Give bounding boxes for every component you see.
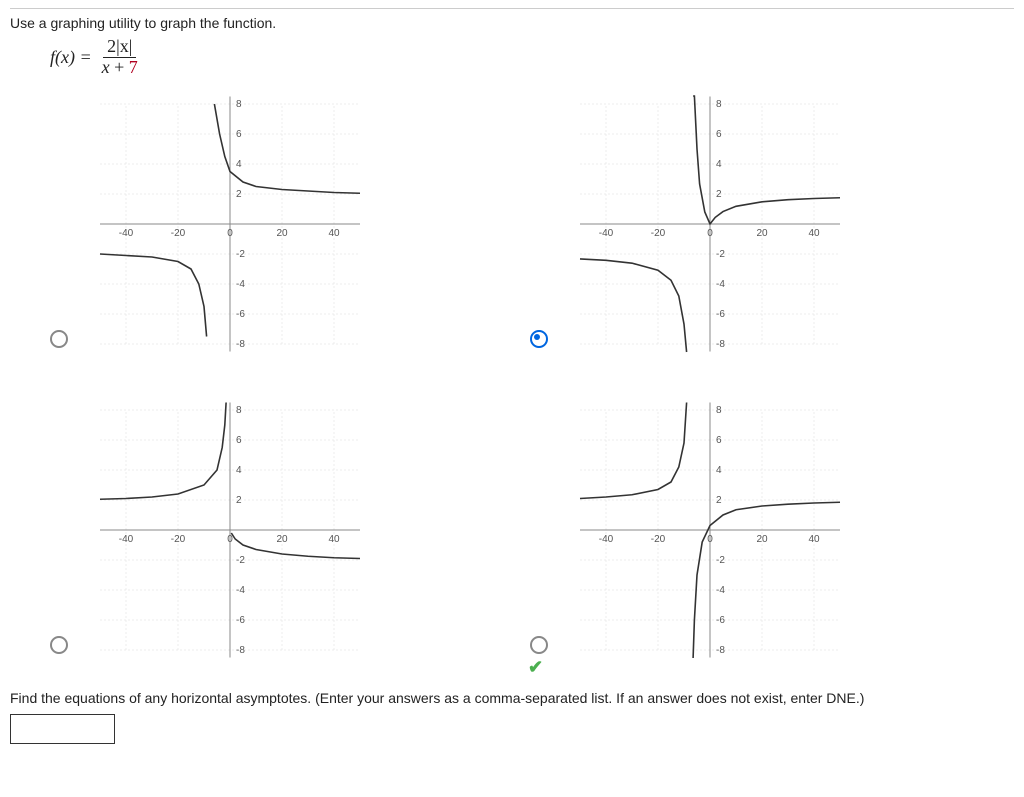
svg-text:-2: -2 [236,249,245,260]
formula-fraction: 2|x| x + 7 [98,37,142,78]
svg-text:-20: -20 [171,534,186,545]
svg-text:-2: -2 [716,555,725,566]
numerator-coeff: 2 [107,36,116,56]
numerator-abs: |x| [116,36,132,56]
svg-text:-8: -8 [236,339,245,350]
graph-options-grid: -40-20020402468-2-4-6-8 -40-20020402468-… [50,88,1014,660]
svg-text:8: 8 [236,99,242,110]
svg-text:8: 8 [236,405,242,416]
svg-text:8: 8 [716,405,722,416]
checkmark-icon: ✔ [528,657,543,678]
svg-text:4: 4 [716,465,722,476]
svg-text:-4: -4 [236,585,245,596]
svg-text:-20: -20 [651,228,666,239]
graph-a: -40 -20 0 20 40 2 4 6 8 -2 -4 -6 -8 [80,94,370,354]
svg-text:20: 20 [276,534,288,545]
svg-text:4: 4 [236,159,242,170]
denominator-x: x [102,57,110,77]
svg-text:-4: -4 [716,279,725,290]
asymptote-question: Find the equations of any horizontal asy… [10,690,1014,706]
svg-text:-8: -8 [716,339,725,350]
svg-text:-8: -8 [236,645,245,656]
svg-text:-40: -40 [599,228,614,239]
svg-text:40: 40 [808,228,820,239]
graph-option-a[interactable]: -40 -20 0 20 40 2 4 6 8 -2 -4 -6 -8 [50,88,510,354]
svg-text:-2: -2 [716,249,725,260]
svg-text:-6: -6 [716,309,725,320]
svg-text:40: 40 [328,534,340,545]
svg-text:-6: -6 [716,615,725,626]
denominator-constant: 7 [129,57,138,77]
svg-text:-2: -2 [236,555,245,566]
svg-text:20: 20 [276,228,288,239]
formula-lhs: f(x) = [50,47,92,68]
svg-text:-6: -6 [236,309,245,320]
radio-b[interactable] [530,330,548,348]
svg-text:-20: -20 [651,534,666,545]
svg-text:40: 40 [808,534,820,545]
graph-option-c[interactable]: -40-20020402468-2-4-6-8 [50,394,510,660]
svg-text:40: 40 [328,228,340,239]
svg-text:-40: -40 [119,534,134,545]
svg-text:2: 2 [236,495,242,506]
svg-text:0: 0 [707,534,713,545]
svg-text:8: 8 [716,99,722,110]
radio-a[interactable] [50,330,68,348]
graph-option-d[interactable]: ✔ -40-20020402468-2-4-6-8 [530,394,990,660]
svg-text:-4: -4 [716,585,725,596]
svg-text:2: 2 [716,189,722,200]
svg-text:6: 6 [236,435,242,446]
svg-text:2: 2 [716,495,722,506]
radio-d[interactable] [530,636,548,654]
svg-text:-40: -40 [599,534,614,545]
graph-c: -40-20020402468-2-4-6-8 [80,400,370,660]
svg-text:4: 4 [716,159,722,170]
svg-text:6: 6 [716,129,722,140]
svg-text:20: 20 [756,534,768,545]
svg-text:-4: -4 [236,279,245,290]
denominator-plus: + [110,57,129,77]
svg-text:0: 0 [227,228,233,239]
svg-text:6: 6 [716,435,722,446]
svg-text:6: 6 [236,129,242,140]
svg-text:2: 2 [236,189,242,200]
function-formula: f(x) = 2|x| x + 7 [50,37,1014,78]
graph-b: -40 -20 0 20 40 2 4 6 8 -2 -4 -6 -8 [560,94,850,354]
svg-text:20: 20 [756,228,768,239]
svg-text:-20: -20 [171,228,186,239]
graph-d: -40 -20 0 20 40 2 4 6 8 -2 -4 -6 -8 [560,400,850,660]
svg-text:-6: -6 [236,615,245,626]
question-prompt: Use a graphing utility to graph the func… [10,15,1014,31]
svg-text:-40: -40 [119,228,134,239]
svg-text:4: 4 [236,465,242,476]
graph-option-b[interactable]: -40 -20 0 20 40 2 4 6 8 -2 -4 -6 -8 [530,88,990,354]
svg-text:0: 0 [707,228,713,239]
radio-c[interactable] [50,636,68,654]
asymptote-answer-input[interactable] [10,714,115,744]
svg-text:-8: -8 [716,645,725,656]
